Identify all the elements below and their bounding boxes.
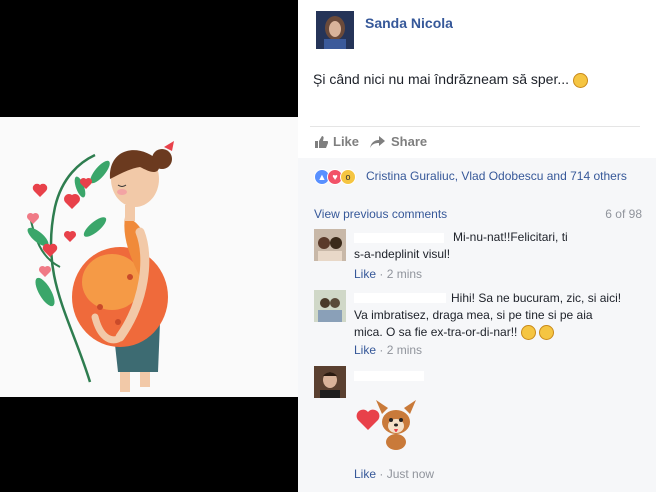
wow-reaction-icon: o xyxy=(340,169,356,185)
comment-avatar[interactable] xyxy=(314,290,346,322)
divider xyxy=(310,126,640,127)
comment-text-last-line: mica. O sa fie ex-tra-or-di-nar!! xyxy=(354,324,555,341)
wow-emoji-icon xyxy=(539,325,555,341)
post-text-content: Și când nici nu mai îndrăzneam să sper..… xyxy=(313,71,570,87)
comment-text-line: Mi-nu-nat!!Felicitari, ti xyxy=(453,230,568,244)
illustration-svg xyxy=(26,141,174,392)
comment-time[interactable]: 2 mins xyxy=(387,343,422,357)
comment-time[interactable]: 2 mins xyxy=(387,267,422,281)
comment-text-line: Hihi! Sa ne bucuram, zic, si aici! xyxy=(451,291,622,305)
reaction-names[interactable]: Cristina Guraliuc, Vlad Odobescu and 714… xyxy=(366,169,627,183)
puppy-heart-sticker-icon xyxy=(356,400,416,450)
comment-author-redacted xyxy=(354,293,446,303)
like-label: Like xyxy=(333,134,360,149)
comments-count: 6 of 98 xyxy=(605,207,642,221)
puppy-heart-sticker[interactable] xyxy=(354,392,426,452)
share-button[interactable]: Share xyxy=(370,134,427,149)
comment-meta: Like · 2 mins xyxy=(354,267,423,281)
comment-meta: Like · Just now xyxy=(354,467,435,481)
author-name[interactable]: Sanda Nicola xyxy=(365,15,453,31)
share-label: Share xyxy=(391,134,428,149)
post-panel: Sanda Nicola Și când nici nu mai îndrăzn… xyxy=(298,0,656,492)
smile-emoji-icon xyxy=(572,72,588,88)
comment-text-line: mica. O sa fie ex-tra-or-di-nar!! xyxy=(354,325,518,339)
view-previous-comments-link[interactable]: View previous comments xyxy=(314,207,447,221)
comment-time[interactable]: Just now xyxy=(387,467,434,481)
comment-author-redacted xyxy=(354,233,444,243)
author-avatar-image xyxy=(316,11,354,49)
like-button[interactable]: Like xyxy=(314,134,359,149)
pregnant-woman-illustration[interactable] xyxy=(0,117,298,397)
comment-meta: Like · 2 mins xyxy=(354,343,423,357)
photo-viewer xyxy=(0,0,298,492)
thumbs-up-icon xyxy=(315,135,328,148)
comment-text-line: s-a-ndeplinit visul! xyxy=(354,247,451,261)
comment-avatar-image xyxy=(314,290,346,322)
wow-emoji-icon xyxy=(520,325,536,341)
comment-text-line: Va imbratisez, draga mea, si pe tine si … xyxy=(354,308,593,322)
comment-avatar[interactable] xyxy=(314,229,346,261)
post-text: Și când nici nu mai îndrăzneam să sper..… xyxy=(313,71,588,88)
comment-avatar-image xyxy=(314,229,346,261)
share-arrow-icon xyxy=(370,135,385,148)
comment-avatar[interactable] xyxy=(314,366,346,398)
comment-like-link[interactable]: Like xyxy=(354,467,376,481)
comment-author-redacted xyxy=(354,371,424,381)
author-avatar[interactable] xyxy=(316,11,354,49)
comment-avatar-image xyxy=(314,366,346,398)
reaction-icons[interactable]: ▲ ♥ o xyxy=(314,169,356,185)
comment-like-link[interactable]: Like xyxy=(354,343,376,357)
comment-like-link[interactable]: Like xyxy=(354,267,376,281)
